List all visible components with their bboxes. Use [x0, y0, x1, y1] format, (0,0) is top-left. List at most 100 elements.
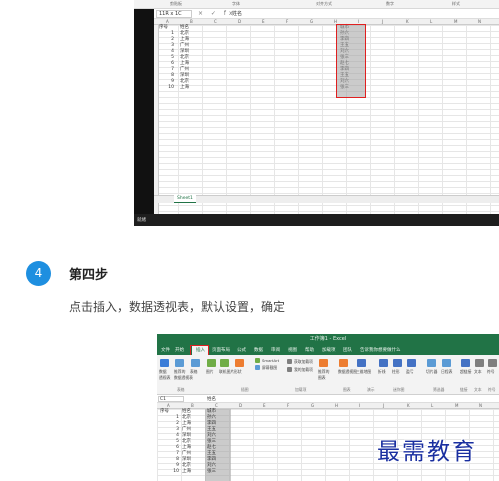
watermark-logo: 最需教育: [377, 439, 477, 465]
ribbon-group-alignment: 对齐方式: [316, 1, 332, 6]
column-headers: ABCDEFGHIJKLMNO: [154, 19, 499, 25]
3d-map-icon[interactable]: [357, 359, 366, 367]
status-text: 就绪: [137, 218, 146, 223]
menu-item-5[interactable]: 数据: [254, 347, 263, 353]
column-header-c: C: [215, 403, 218, 408]
ribbon-label-19: 文本: [474, 369, 482, 374]
sparkline-line-icon[interactable]: [379, 359, 388, 367]
table-icon[interactable]: [191, 359, 200, 367]
slicer-icon[interactable]: [427, 359, 436, 367]
sheet-tab[interactable]: Sheet1: [174, 195, 196, 203]
ribbon-label-11: 数据透视图: [338, 369, 357, 374]
column-header-l: L: [430, 19, 433, 24]
recommended-chart-icon[interactable]: [319, 359, 328, 367]
column-header-b: B: [191, 403, 194, 408]
ribbon-group-0: 表格: [177, 387, 185, 392]
addins-icon[interactable]: [287, 367, 292, 372]
ribbon-label-14: 柱形: [392, 369, 400, 374]
city-cell[interactable]: 上海: [182, 469, 191, 475]
column-header-k: K: [407, 403, 410, 408]
ribbon-label-0: 数据 透视表: [159, 369, 171, 380]
store-icon[interactable]: [287, 359, 292, 364]
hyperlink-icon[interactable]: [461, 359, 470, 367]
menu-item-11[interactable]: 告诉我你想要做什么: [360, 347, 401, 353]
column-header-m: M: [454, 19, 458, 24]
step-description: 点击插入，数据透视表，默认设置，确定: [69, 300, 286, 314]
recommended-pivot-icon[interactable]: [175, 359, 184, 367]
ribbon-group-4: 演示: [367, 387, 375, 392]
column-header-a: A: [167, 403, 170, 408]
ribbon-label-4: 联机图片: [219, 369, 235, 374]
menu-item-9[interactable]: 加载项: [322, 347, 336, 353]
status-bar: [134, 214, 499, 226]
row-number-cell[interactable]: 10: [165, 469, 179, 475]
menu-item-1[interactable]: 开始: [175, 347, 184, 353]
menu-item-4[interactable]: 公式: [237, 347, 246, 353]
step-title: 第四步: [69, 268, 109, 283]
ribbon-label-17: 日程表: [441, 369, 453, 374]
column-header-c: C: [214, 19, 217, 24]
ribbon-label-2: 表格: [190, 369, 198, 374]
menu-item-3[interactable]: 页面布局: [212, 347, 230, 353]
ribbon-group-3: 图表: [343, 387, 351, 392]
column-header-d: D: [238, 19, 242, 24]
column-header-b: B: [190, 19, 193, 24]
row-headers: [154, 25, 159, 215]
ribbon-group-clipboard: 剪贴板: [170, 1, 182, 6]
menu-item-8[interactable]: 帮助: [305, 347, 314, 353]
column-header-m: M: [455, 403, 459, 408]
row-number-cell[interactable]: 10: [160, 85, 174, 91]
ribbon-group-styles: 样式: [452, 1, 460, 6]
ribbon-group-number: 数字: [386, 1, 394, 6]
online-picture-icon[interactable]: [220, 359, 229, 367]
ribbon-label-8: 获取加载项: [294, 359, 313, 364]
menu-item-6[interactable]: 审阅: [271, 347, 280, 353]
symbol-icon[interactable]: [488, 359, 497, 367]
city-cell[interactable]: 上海: [180, 85, 189, 91]
screenshot-icon[interactable]: [255, 365, 260, 370]
ribbon-group-2: 加载项: [295, 387, 307, 392]
ribbon-label-10: 推荐的 图表: [318, 369, 330, 380]
excel-screenshot-top: 剪贴板 字体 对齐方式 数字 样式 11R x 1C × ✓ fx 姓名 A B C…: [134, 0, 499, 226]
ribbon-label-12: 三维地图: [356, 369, 372, 374]
column-header-d: D: [239, 403, 243, 408]
column-header-i: I: [359, 403, 361, 408]
win-loss-icon[interactable]: [407, 359, 416, 367]
column-header-j: J: [383, 403, 385, 408]
pivot-table-icon[interactable]: [160, 359, 169, 367]
menu-item-10[interactable]: 团队: [343, 347, 352, 353]
ribbon-label-6: SmartArt: [262, 358, 280, 363]
menu-item-7[interactable]: 视图: [288, 347, 297, 353]
pivot-chart-icon[interactable]: [339, 359, 348, 367]
ribbon-group-font: 字体: [232, 1, 240, 6]
sparkline-column-icon[interactable]: [393, 359, 402, 367]
ribbon-group-7: 链接: [460, 387, 468, 392]
column-header-n: N: [478, 19, 481, 24]
ribbon-group-8: 文本: [474, 387, 482, 392]
text-icon[interactable]: [475, 359, 484, 367]
smartart-icon[interactable]: [255, 358, 260, 363]
menu-item-0[interactable]: 文件: [161, 347, 170, 353]
formula-value[interactable]: 姓名: [232, 10, 242, 17]
column-header-h: H: [335, 403, 339, 408]
timeline-icon[interactable]: [442, 359, 451, 367]
ribbon-label-9: 我的加载项: [294, 367, 313, 372]
name-cell[interactable]: 张三: [207, 469, 216, 475]
highlight-box: [336, 24, 366, 98]
column-header-l: L: [431, 403, 434, 408]
column-header-f: F: [287, 403, 290, 408]
formula-icons[interactable]: × ✓ fx: [198, 10, 236, 17]
name-box[interactable]: 11R x 1C: [156, 10, 192, 18]
ribbon-label-15: 盈亏: [406, 369, 414, 374]
ribbon-label-3: 图片: [206, 369, 214, 374]
formula-value[interactable]: 姓名: [207, 396, 216, 402]
shapes-icon[interactable]: [235, 359, 244, 367]
picture-icon[interactable]: [207, 359, 216, 367]
column-header-j: J: [382, 19, 384, 24]
name-box[interactable]: C1: [158, 396, 184, 402]
worksheet-grid[interactable]: [154, 19, 499, 215]
column-header-f: F: [286, 19, 289, 24]
column-header-e: E: [263, 403, 266, 408]
ribbon-label-7: 屏幕截图: [262, 365, 278, 370]
ribbon-label-13: 折线: [378, 369, 386, 374]
